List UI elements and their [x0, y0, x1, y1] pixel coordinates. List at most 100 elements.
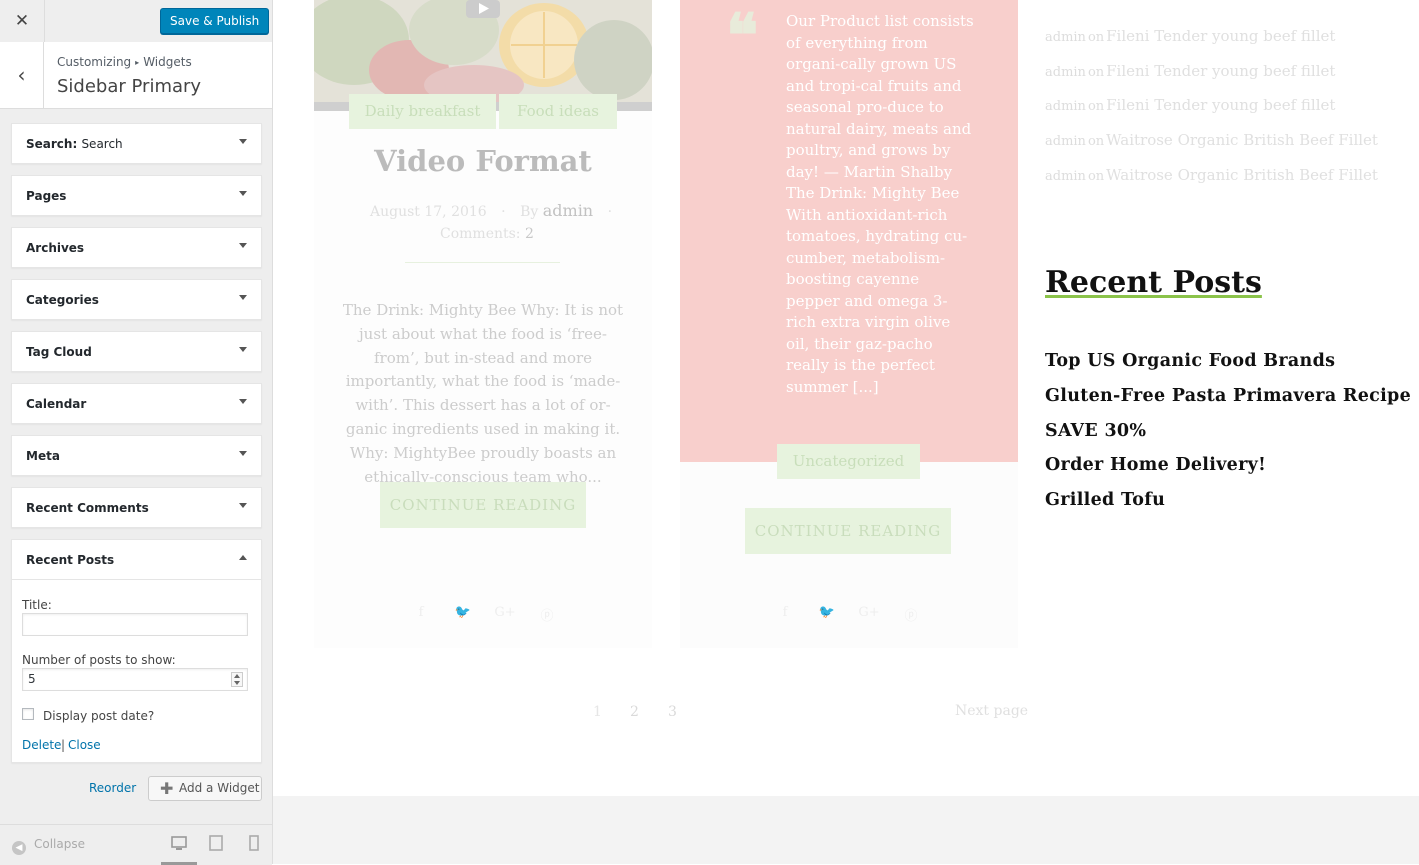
display-date-checkbox[interactable] — [22, 708, 34, 720]
next-page-link[interactable]: Next page — [955, 703, 1028, 719]
page-link-3[interactable]: 3 — [668, 704, 677, 720]
widget-search[interactable]: Search: Search — [11, 123, 262, 164]
comment-author: admin — [1045, 169, 1086, 184]
widget-pages[interactable]: Pages — [11, 175, 262, 216]
comment-post-link[interactable]: Fileni Tender young beef fillet — [1106, 96, 1335, 114]
google-plus-icon[interactable]: G+ — [848, 605, 890, 624]
back-arrow-icon[interactable]: ‹ — [0, 42, 44, 108]
recent-comment-item: admin on Fileni Tender young beef fillet — [1045, 96, 1335, 114]
recent-comment-item: admin on Waitrose Organic British Beef Fil… — [1045, 131, 1378, 149]
category-tag[interactable]: Uncategorized — [777, 444, 920, 479]
page-link-1[interactable]: 1 — [593, 704, 602, 720]
widget-categories[interactable]: Categories — [11, 279, 262, 320]
recent-post-link[interactable]: Grilled Tofu — [1045, 490, 1165, 510]
widget-title: Meta — [26, 449, 60, 463]
comment-on: on — [1087, 65, 1105, 80]
category-tag[interactable]: Food ideas — [499, 94, 617, 129]
twitter-icon[interactable]: 🐦 — [806, 605, 848, 624]
number-label: Number of posts to show: — [22, 653, 176, 667]
expand-arrow-icon[interactable] — [239, 503, 247, 508]
section-title: Sidebar Primary — [57, 76, 202, 97]
continue-reading-button[interactable]: CONTINUE READING — [380, 482, 586, 528]
expand-arrow-icon[interactable] — [239, 139, 247, 144]
widget-header[interactable]: Archives — [12, 228, 261, 267]
post-date[interactable]: August 17, 2016 — [370, 204, 487, 220]
title-input[interactable] — [22, 613, 248, 636]
close-icon[interactable]: ✕ — [0, 0, 45, 42]
widget-header[interactable]: Search: Search — [12, 124, 261, 163]
collapse-arrow-icon[interactable] — [239, 555, 247, 560]
widget-header[interactable]: Pages — [12, 176, 261, 215]
widget-title: Tag Cloud — [26, 345, 92, 359]
expand-arrow-icon[interactable] — [239, 347, 247, 352]
recent-posts-heading: Recent Posts — [1045, 265, 1262, 300]
delete-link[interactable]: Delete — [22, 738, 61, 752]
breadcrumb-root: Customizing — [57, 55, 132, 69]
recent-post-link[interactable]: Top US Organic Food Brands — [1045, 351, 1335, 371]
comment-post-link[interactable]: Fileni Tender young beef fillet — [1106, 62, 1335, 80]
expand-arrow-icon[interactable] — [239, 243, 247, 248]
post-author[interactable]: admin — [543, 201, 593, 220]
widget-title-label: Search — [26, 137, 73, 151]
section-header: ‹ Customizing ▸ Widgets Sidebar Primary — [0, 42, 272, 109]
expand-arrow-icon[interactable] — [239, 295, 247, 300]
pinterest-icon[interactable]: ⓟ — [526, 605, 568, 624]
widget-header[interactable]: Recent Posts — [12, 540, 261, 579]
number-value: 5 — [28, 672, 36, 686]
widget-header[interactable]: Categories — [12, 280, 261, 319]
share-icons: f 🐦 G+ ⓟ — [400, 605, 568, 624]
comment-on: on — [1087, 30, 1105, 45]
post-title[interactable]: Video Format — [314, 144, 652, 178]
add-widget-button[interactable]: ✚ Add a Widget — [148, 776, 262, 801]
widget-archives[interactable]: Archives — [11, 227, 262, 268]
widget-meta[interactable]: Meta — [11, 435, 262, 476]
widget-header[interactable]: Recent Comments — [12, 488, 261, 527]
google-plus-icon[interactable]: G+ — [484, 605, 526, 624]
widget-title: Calendar — [26, 397, 87, 411]
facebook-icon[interactable]: f — [400, 605, 442, 624]
category-tag[interactable]: Daily breakfast — [349, 94, 496, 129]
comment-post-link[interactable]: Waitrose Organic British Beef Fillet — [1106, 166, 1378, 184]
comment-post-link[interactable]: Waitrose Organic British Beef Fillet — [1106, 131, 1378, 149]
twitter-icon[interactable]: 🐦 — [442, 605, 484, 624]
meta-dot: · — [607, 204, 613, 220]
expand-arrow-icon[interactable] — [239, 191, 247, 196]
recent-post-link[interactable]: Gluten-Free Pasta Primavera Recipe — [1045, 386, 1411, 406]
post-card-quote: ❝ Our Product list consists of everythin… — [680, 0, 1018, 648]
title-label: Title: — [22, 598, 52, 612]
breadcrumb-parent: Widgets — [143, 55, 192, 69]
continue-reading-button[interactable]: CONTINUE READING — [745, 508, 951, 554]
desktop-icon[interactable] — [161, 833, 197, 865]
close-link[interactable]: Close — [68, 738, 101, 752]
widget-title: Categories — [26, 293, 99, 307]
mobile-icon[interactable] — [236, 833, 272, 865]
widget-title: Pages — [26, 189, 67, 203]
reorder-link[interactable]: Reorder — [89, 781, 136, 795]
by-label: By — [520, 204, 539, 220]
widget-header[interactable]: Tag Cloud — [12, 332, 261, 371]
facebook-icon[interactable]: f — [764, 605, 806, 624]
site-preview: Daily breakfast Food ideas Video Format … — [273, 0, 1419, 864]
comments-count[interactable]: 2 — [525, 226, 534, 242]
number-spinner-icon[interactable] — [231, 672, 243, 687]
widget-tag-cloud[interactable]: Tag Cloud — [11, 331, 262, 372]
quote-block: ❝ Our Product list consists of everythin… — [680, 0, 1018, 462]
widget-recent-posts[interactable]: Recent Posts Title: Number of posts to s… — [11, 539, 262, 763]
recent-post-link[interactable]: SAVE 30% — [1045, 421, 1146, 441]
page-link-2[interactable]: 2 — [630, 704, 639, 720]
pinterest-icon[interactable]: ⓟ — [890, 605, 932, 624]
widget-calendar[interactable]: Calendar — [11, 383, 262, 424]
recent-post-link[interactable]: Order Home Delivery! — [1045, 455, 1266, 475]
expand-arrow-icon[interactable] — [239, 451, 247, 456]
expand-arrow-icon[interactable] — [239, 399, 247, 404]
comment-on: on — [1087, 134, 1105, 149]
widget-recent-comments[interactable]: Recent Comments — [11, 487, 262, 528]
number-of-posts-input[interactable]: 5 — [22, 668, 248, 691]
tablet-icon[interactable] — [198, 833, 234, 865]
comment-post-link[interactable]: Fileni Tender young beef fillet — [1106, 27, 1335, 45]
widget-header[interactable]: Calendar — [12, 384, 261, 423]
save-publish-button[interactable]: Save & Publish — [160, 8, 270, 34]
collapse-button[interactable]: ◀ Collapse — [12, 837, 85, 855]
recent-comment-item: admin on Fileni Tender young beef fillet — [1045, 62, 1335, 80]
widget-header[interactable]: Meta — [12, 436, 261, 475]
